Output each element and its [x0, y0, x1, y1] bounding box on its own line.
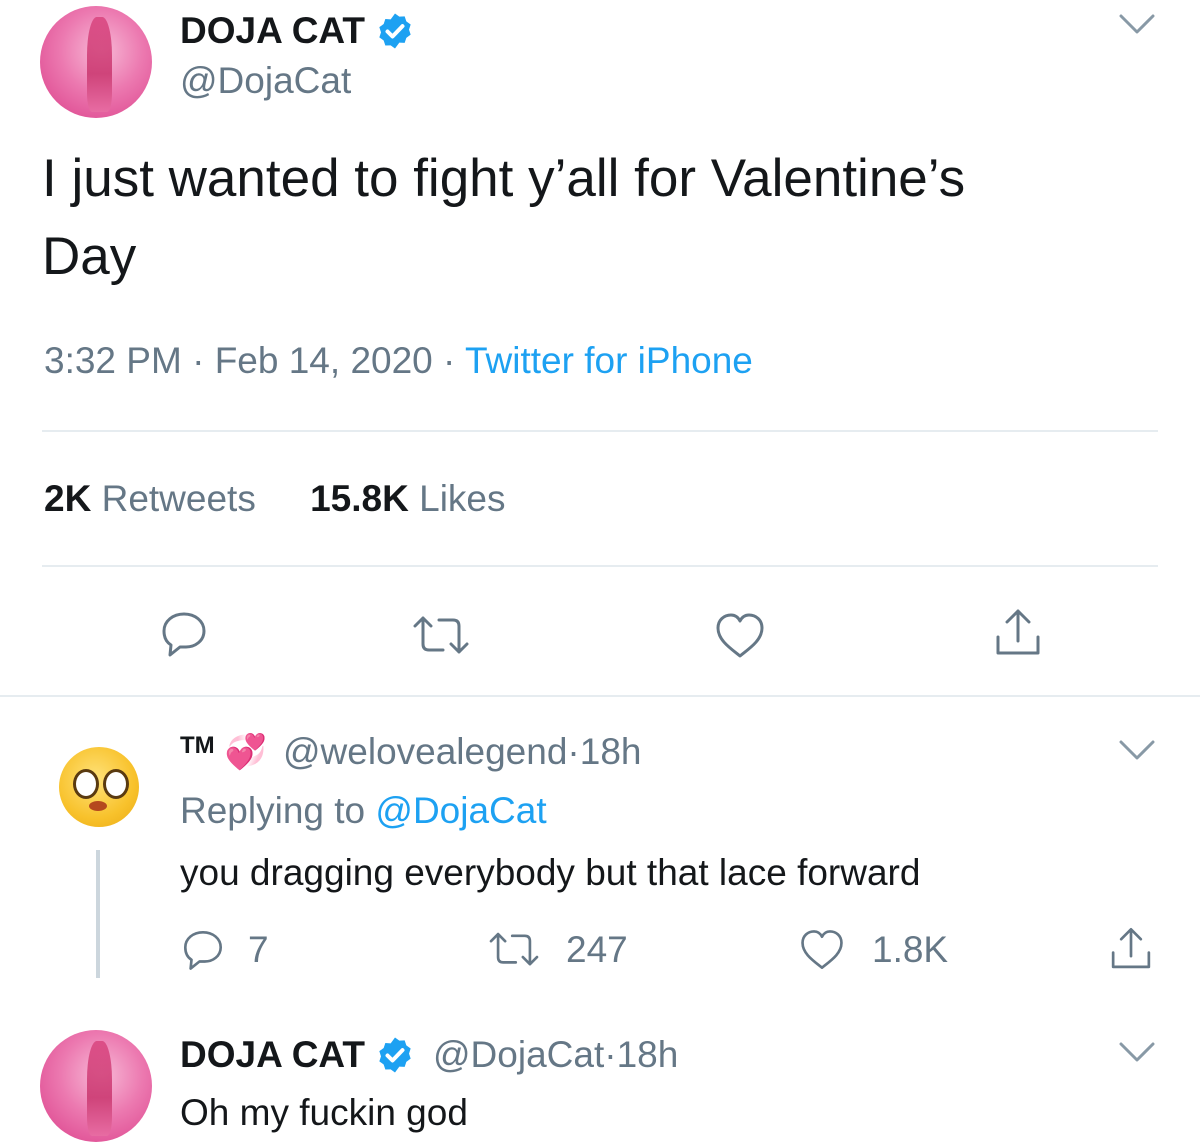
- replying-to-handle[interactable]: @DojaCat: [375, 790, 546, 831]
- tweet-time[interactable]: 3:32 PM: [44, 340, 182, 381]
- retweets-count: 2K: [44, 478, 92, 519]
- divider: [0, 695, 1200, 697]
- author-name[interactable]: DOJA CAT: [180, 10, 365, 52]
- reply1-header: TM 💞 @welovealegend · 18h: [180, 728, 641, 776]
- verified-badge-icon: [379, 13, 411, 49]
- tweet-text: I just wanted to fight y’all for Valenti…: [42, 140, 965, 296]
- reply2-age[interactable]: 18h: [617, 1034, 679, 1076]
- retweet-icon[interactable]: [409, 610, 473, 662]
- two-hearts-icon: 💞: [224, 733, 267, 771]
- replying-to-prefix: Replying to: [180, 790, 376, 831]
- reply1-like-action[interactable]: 1.8K: [796, 926, 948, 974]
- reply1-author-handle[interactable]: @welovealegend: [283, 731, 567, 773]
- reply-icon: [183, 930, 223, 970]
- reply-count: 7: [248, 929, 269, 970]
- reply2-author-name[interactable]: DOJA CAT: [180, 1034, 365, 1076]
- author-avatar[interactable]: [40, 6, 152, 118]
- reply2-header: DOJA CAT @DojaCat · 18h: [180, 1032, 678, 1078]
- reply1-text: you dragging everybody but that lace for…: [180, 852, 921, 893]
- thread-line: [96, 850, 100, 978]
- replying-to: Replying to @DojaCat: [180, 790, 547, 832]
- emoji-face-icon: [59, 747, 139, 827]
- reply1-reply-action[interactable]: 7: [180, 926, 269, 974]
- meta-separator: ·: [432, 340, 465, 381]
- like-count: 1.8K: [872, 929, 949, 970]
- chevron-down-icon[interactable]: [1117, 736, 1157, 764]
- like-icon[interactable]: [712, 610, 768, 662]
- verified-badge-icon: [379, 1037, 411, 1073]
- retweets-stat[interactable]: 2K Retweets: [44, 478, 266, 519]
- likes-label: Likes: [419, 478, 506, 519]
- reply2-author-handle[interactable]: @DojaCat: [433, 1034, 604, 1076]
- avatar-figure: [87, 1041, 112, 1137]
- divider: [42, 430, 1158, 432]
- reply-icon[interactable]: [158, 608, 210, 660]
- chevron-down-icon[interactable]: [1117, 1038, 1157, 1066]
- chevron-down-icon[interactable]: [1117, 10, 1157, 38]
- retweets-label: Retweets: [101, 478, 256, 519]
- author-handle[interactable]: @DojaCat: [180, 60, 351, 102]
- tweet-stats: 2K Retweets 15.8K Likes: [44, 478, 506, 520]
- tweet-meta: 3:32 PM · Feb 14, 2020 · Twitter for iPh…: [44, 340, 753, 382]
- tweet-date[interactable]: Feb 14, 2020: [215, 340, 433, 381]
- likes-stat[interactable]: 15.8K Likes: [310, 478, 505, 519]
- divider: [42, 565, 1158, 567]
- tweet-source-link[interactable]: Twitter for iPhone: [465, 340, 753, 381]
- reply1-retweet-action[interactable]: 247: [484, 926, 628, 974]
- share-icon[interactable]: [1106, 924, 1156, 974]
- retweet-icon: [489, 932, 539, 966]
- meta-separator: ·: [567, 731, 580, 772]
- tweet-text-line-1: I just wanted to fight y’all for Valenti…: [42, 149, 966, 208]
- share-icon[interactable]: [990, 605, 1046, 661]
- reply2-text: Oh my fuckin god: [180, 1092, 468, 1133]
- tweet-text-line-2: Day: [42, 227, 137, 286]
- reply-avatar[interactable]: [48, 736, 150, 838]
- reply1-author-name[interactable]: TM: [180, 732, 215, 760]
- meta-separator: ·: [604, 1034, 617, 1075]
- meta-separator: ·: [181, 340, 215, 381]
- avatar-figure: [87, 17, 112, 113]
- likes-count: 15.8K: [310, 478, 409, 519]
- reply1-age[interactable]: 18h: [580, 731, 642, 773]
- retweet-count: 247: [566, 929, 628, 970]
- reply2-avatar[interactable]: [40, 1030, 152, 1142]
- author-name-row: DOJA CAT: [180, 8, 415, 54]
- like-icon: [801, 930, 843, 970]
